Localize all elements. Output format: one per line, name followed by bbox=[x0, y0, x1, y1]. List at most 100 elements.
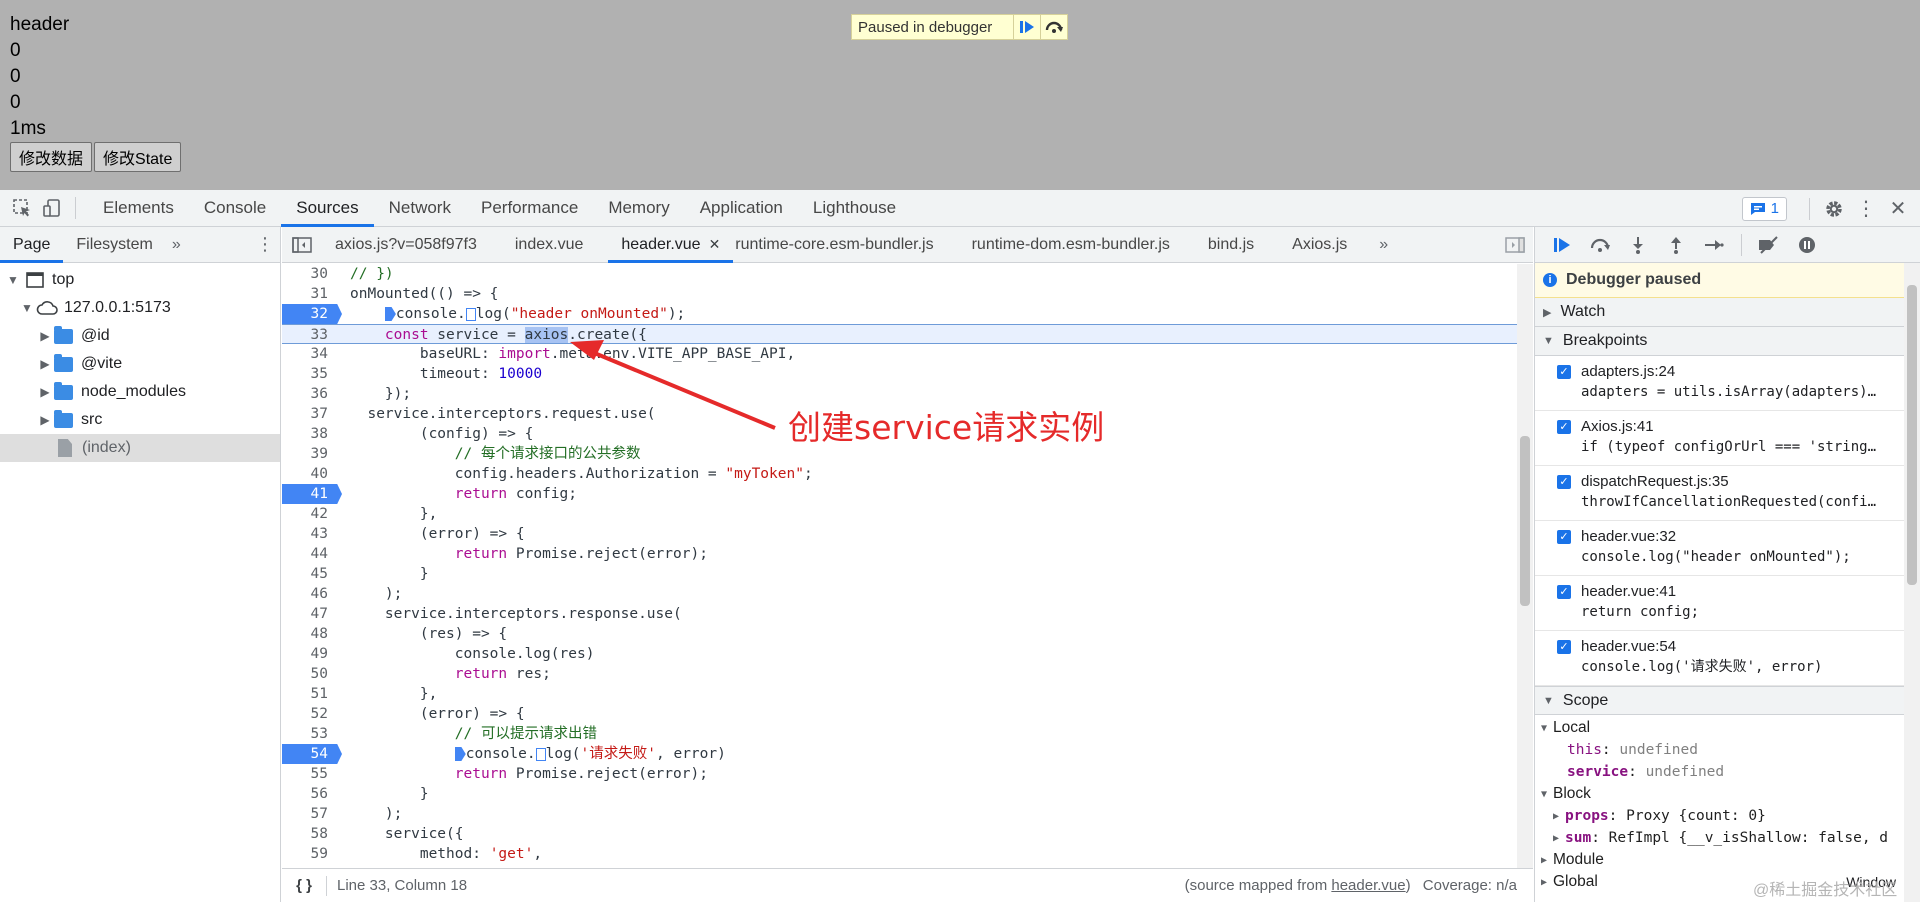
file-tab-index-vue[interactable]: index.vue bbox=[502, 227, 597, 263]
inline-breakpoint-icon[interactable] bbox=[454, 747, 466, 761]
breakpoint-checkbox[interactable]: ✓ bbox=[1557, 585, 1571, 599]
breakpoint-checkbox[interactable]: ✓ bbox=[1557, 365, 1571, 379]
line-number[interactable]: 59 bbox=[282, 844, 342, 864]
line-number[interactable]: 40 bbox=[282, 464, 342, 484]
breakpoint-item[interactable]: ✓ Axios.js:41 if (typeof configOrUrl ===… bbox=[1535, 411, 1920, 466]
tab-performance[interactable]: Performance bbox=[466, 190, 593, 227]
code-view[interactable]: 30// }) 31 onMounted(() => { 32 console. l… bbox=[282, 264, 1533, 868]
line-number[interactable]: 38 bbox=[282, 424, 342, 444]
line-number[interactable]: 56 bbox=[282, 784, 342, 804]
line-number[interactable]: 51 bbox=[282, 684, 342, 704]
nav-tab-page[interactable]: Page bbox=[0, 227, 64, 263]
scope-local[interactable]: ▼ Local bbox=[1535, 717, 1920, 739]
tree-item-folder[interactable]: ▶ node_modules bbox=[0, 378, 280, 406]
modify-data-button[interactable]: 修改数据 bbox=[10, 142, 93, 172]
breakpoint-item[interactable]: ✓ header.vue:54 console.log('请求失败', erro… bbox=[1535, 631, 1920, 686]
inline-breakpoint-icon[interactable] bbox=[535, 747, 546, 761]
sidebar-scrollbar[interactable] bbox=[1904, 263, 1920, 902]
scroll-thumb[interactable] bbox=[1907, 285, 1917, 585]
tab-memory[interactable]: Memory bbox=[593, 190, 684, 227]
line-number[interactable]: 36 bbox=[282, 384, 342, 404]
breakpoint-checkbox[interactable]: ✓ bbox=[1557, 420, 1571, 434]
tab-lighthouse[interactable]: Lighthouse bbox=[798, 190, 911, 227]
source-map-link[interactable]: header.vue bbox=[1331, 877, 1405, 894]
tab-application[interactable]: Application bbox=[685, 190, 798, 227]
modify-state-button[interactable]: 修改State bbox=[94, 142, 182, 172]
scope-module[interactable]: ▶ Module bbox=[1535, 849, 1920, 871]
pretty-print-button[interactable]: { } bbox=[282, 877, 326, 894]
breakpoint-item[interactable]: ✓ adapters.js:24 adapters = utils.isArra… bbox=[1535, 356, 1920, 411]
line-number[interactable]: 57 bbox=[282, 804, 342, 824]
line-number[interactable]: 44 bbox=[282, 544, 342, 564]
line-number[interactable]: 34 bbox=[282, 344, 342, 364]
breakpoint-item[interactable]: ✓ header.vue:32 console.log("header onMo… bbox=[1535, 521, 1920, 576]
tree-item-folder[interactable]: ▶ @id bbox=[0, 322, 280, 350]
issues-badge[interactable]: 1 bbox=[1741, 196, 1787, 221]
tree-item-folder[interactable]: ▶ @vite bbox=[0, 350, 280, 378]
scope-variable[interactable]: ▶ props: Proxy {count: 0} bbox=[1535, 805, 1920, 827]
inspect-element-button[interactable] bbox=[7, 193, 37, 223]
nav-tab-filesystem[interactable]: Filesystem bbox=[63, 227, 165, 263]
line-number[interactable]: 31 bbox=[282, 284, 342, 304]
scope-variable[interactable]: ▶ sum: RefImpl {__v_isShallow: false, d bbox=[1535, 827, 1920, 849]
tab-sources[interactable]: Sources bbox=[281, 190, 374, 227]
step-button[interactable] bbox=[1695, 230, 1733, 260]
line-number[interactable]: 33 bbox=[282, 325, 342, 343]
deactivate-breakpoints-button[interactable] bbox=[1750, 230, 1788, 260]
breakpoint-item[interactable]: ✓ header.vue:41 return config; bbox=[1535, 576, 1920, 631]
inline-breakpoint-icon[interactable] bbox=[384, 307, 396, 321]
line-number[interactable]: 48 bbox=[282, 624, 342, 644]
settings-button[interactable] bbox=[1818, 193, 1850, 225]
step-out-button[interactable] bbox=[1657, 230, 1695, 260]
line-number[interactable]: 46 bbox=[282, 584, 342, 604]
tab-console[interactable]: Console bbox=[189, 190, 281, 227]
line-number[interactable]: 45 bbox=[282, 564, 342, 584]
line-number[interactable]: 43 bbox=[282, 524, 342, 544]
file-tab-axios-js[interactable]: axios.js?v=058f97f3 bbox=[322, 227, 490, 263]
scope-variable[interactable]: this: undefined bbox=[1535, 739, 1920, 761]
file-tab-axios-class-js[interactable]: Axios.js bbox=[1279, 227, 1360, 263]
navigator-menu-button[interactable]: ⋮ bbox=[250, 234, 280, 255]
inline-breakpoint-icon[interactable] bbox=[465, 307, 476, 321]
resume-button[interactable] bbox=[1543, 230, 1581, 260]
breakpoint-checkbox[interactable]: ✓ bbox=[1557, 530, 1571, 544]
line-number[interactable]: 47 bbox=[282, 604, 342, 624]
scope-variable[interactable]: service: undefined bbox=[1535, 761, 1920, 783]
resume-button[interactable] bbox=[1013, 15, 1040, 39]
breakpoint-marker[interactable]: 32 bbox=[282, 304, 342, 324]
device-toolbar-button[interactable] bbox=[37, 193, 67, 223]
line-number[interactable]: 35 bbox=[282, 364, 342, 384]
step-over-button[interactable] bbox=[1581, 230, 1619, 260]
line-number[interactable]: 49 bbox=[282, 644, 342, 664]
step-over-button[interactable] bbox=[1040, 15, 1067, 39]
line-number[interactable]: 42 bbox=[282, 504, 342, 524]
file-tab-bind-js[interactable]: bind.js bbox=[1195, 227, 1267, 263]
breakpoint-checkbox[interactable]: ✓ bbox=[1557, 475, 1571, 489]
breakpoint-marker[interactable]: 41 bbox=[282, 484, 342, 504]
more-file-tabs-button[interactable]: » bbox=[1366, 227, 1401, 263]
tree-item-index[interactable]: (index) bbox=[0, 434, 280, 462]
scope-block[interactable]: ▼ Block bbox=[1535, 783, 1920, 805]
breakpoints-section-header[interactable]: ▼ Breakpoints bbox=[1535, 327, 1920, 356]
scroll-thumb[interactable] bbox=[1520, 436, 1530, 606]
line-number[interactable]: 39 bbox=[282, 444, 342, 464]
tree-item-top[interactable]: ▼ top bbox=[0, 266, 280, 294]
step-into-button[interactable] bbox=[1619, 230, 1657, 260]
file-tab-runtime-dom[interactable]: runtime-dom.esm-bundler.js bbox=[959, 227, 1183, 263]
line-number[interactable]: 52 bbox=[282, 704, 342, 724]
nav-more-tabs-button[interactable]: » bbox=[166, 227, 187, 263]
more-options-button[interactable]: ⋮ bbox=[1850, 193, 1882, 225]
line-number[interactable]: 55 bbox=[282, 764, 342, 784]
line-number[interactable]: 58 bbox=[282, 824, 342, 844]
tree-item-folder[interactable]: ▶ src bbox=[0, 406, 280, 434]
toggle-navigator-button[interactable] bbox=[282, 227, 322, 263]
close-tab-icon[interactable]: ✕ bbox=[709, 236, 721, 253]
file-tab-runtime-core[interactable]: runtime-core.esm-bundler.js bbox=[733, 227, 946, 263]
breakpoint-checkbox[interactable]: ✓ bbox=[1557, 640, 1571, 654]
breakpoint-item[interactable]: ✓ dispatchRequest.js:35 throwIfCancellat… bbox=[1535, 466, 1920, 521]
scope-section-header[interactable]: ▼ Scope bbox=[1535, 686, 1920, 715]
tab-elements[interactable]: Elements bbox=[88, 190, 189, 227]
close-devtools-button[interactable]: ✕ bbox=[1882, 193, 1914, 225]
breakpoint-marker[interactable]: 54 bbox=[282, 744, 342, 764]
file-tab-header-vue[interactable]: header.vue ✕ bbox=[608, 227, 734, 263]
